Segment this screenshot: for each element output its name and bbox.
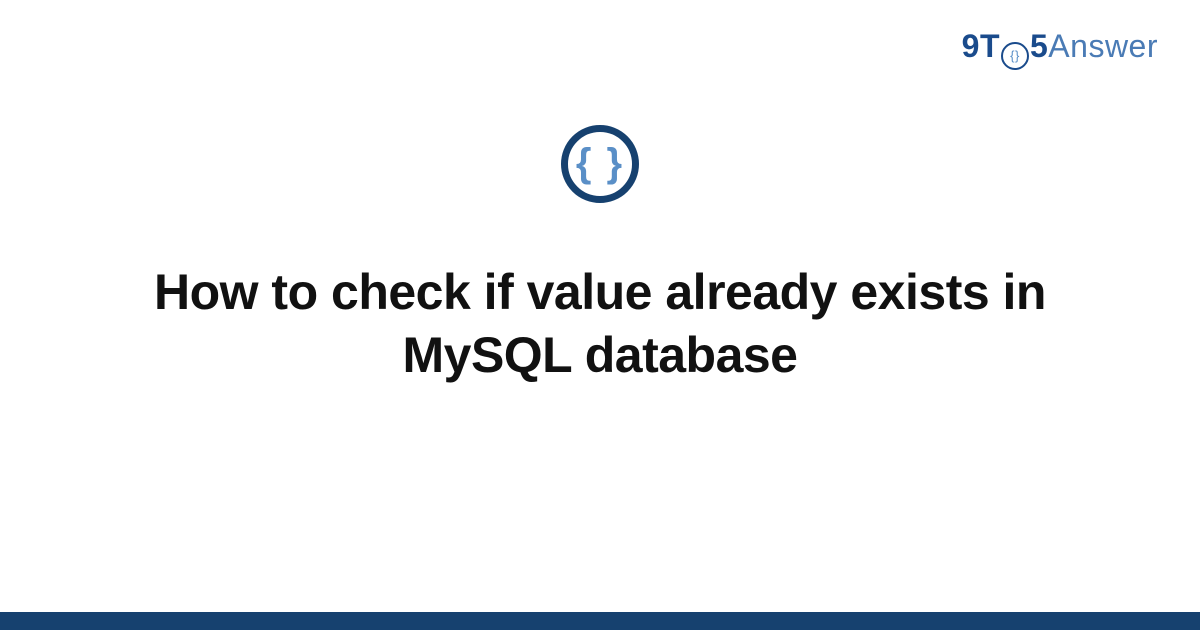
site-logo[interactable]: 9T {} 5 Answer [962, 28, 1158, 67]
logo-text-9t: 9T [962, 28, 1000, 65]
footer-accent-bar [0, 612, 1200, 630]
main-content: { } How to check if value already exists… [0, 125, 1200, 386]
logo-circle-icon: {} [1001, 42, 1029, 70]
logo-text-5: 5 [1030, 28, 1048, 65]
code-braces-icon: { } [576, 143, 624, 183]
question-title: How to check if value already exists in … [125, 261, 1075, 386]
logo-text-answer: Answer [1048, 28, 1158, 65]
category-badge: { } [561, 125, 639, 203]
logo-circle-inner: {} [1010, 49, 1020, 62]
